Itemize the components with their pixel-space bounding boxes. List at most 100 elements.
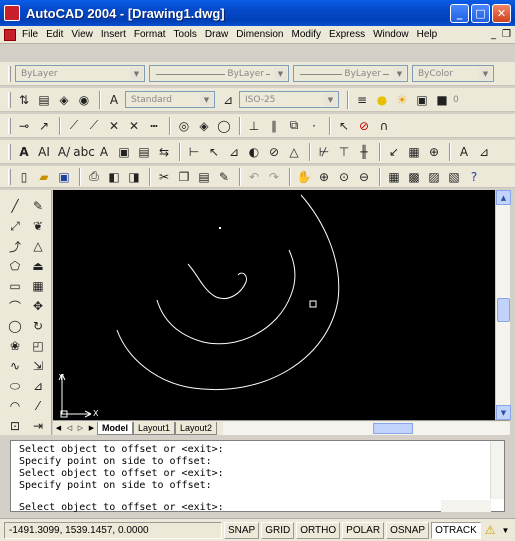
scroll-up-icon[interactable]: ▲ bbox=[496, 190, 511, 205]
scroll-down-icon[interactable]: ▼ bbox=[496, 405, 511, 420]
circle-icon[interactable]: ◯ bbox=[4, 316, 26, 336]
dim-diameter-icon[interactable]: ⊘ bbox=[265, 143, 283, 161]
snap-none-icon[interactable]: ⊘ bbox=[355, 117, 373, 135]
doc-minimize-button[interactable]: _ bbox=[491, 29, 496, 40]
leader-icon[interactable]: ↙ bbox=[385, 143, 403, 161]
revcloud-icon[interactable]: ❀ bbox=[4, 336, 26, 356]
menu-express[interactable]: Express bbox=[329, 29, 365, 40]
text-style-icon[interactable]: A bbox=[105, 91, 123, 109]
menu-view[interactable]: View bbox=[71, 29, 93, 40]
menu-draw[interactable]: Draw bbox=[205, 29, 228, 40]
snap-quadrant-icon[interactable]: ◈ bbox=[195, 117, 213, 135]
text-justify-icon[interactable]: ▤ bbox=[135, 143, 153, 161]
print-icon[interactable]: ⎙ bbox=[85, 168, 103, 186]
toolbar-grip[interactable] bbox=[8, 143, 11, 160]
quick-dim-icon[interactable]: ⊬ bbox=[315, 143, 333, 161]
edit-text-icon[interactable]: A/ bbox=[55, 143, 73, 161]
dim-ordinate-icon[interactable]: ⊿ bbox=[225, 143, 243, 161]
copy-object-icon[interactable]: ❦ bbox=[27, 216, 49, 236]
save-icon[interactable]: ▣ bbox=[55, 168, 73, 186]
layer-color-icon[interactable]: ■ bbox=[433, 91, 451, 109]
lineweight-combo[interactable]: ByLayer ▼ bbox=[293, 65, 408, 82]
snap-parallel-icon[interactable]: ∥ bbox=[265, 117, 283, 135]
publish-icon[interactable]: ◨ bbox=[125, 168, 143, 186]
menu-edit[interactable]: Edit bbox=[46, 29, 63, 40]
polygon-icon[interactable]: ⬠ bbox=[4, 256, 26, 276]
linetype-combo[interactable]: ByLayer ▼ bbox=[149, 65, 289, 82]
layer-previous-icon[interactable]: ▤ bbox=[35, 91, 53, 109]
dim-text-edit-icon[interactable]: ⊿ bbox=[475, 143, 493, 161]
tab-last-icon[interactable]: ▶ bbox=[86, 424, 97, 432]
close-button[interactable]: ✕ bbox=[492, 4, 511, 23]
dim-continue-icon[interactable]: ╫ bbox=[355, 143, 373, 161]
cut-icon[interactable]: ✂ bbox=[155, 168, 173, 186]
current-layer[interactable]: 0 bbox=[453, 95, 459, 105]
menu-tools[interactable]: Tools bbox=[174, 29, 197, 40]
print-preview-icon[interactable]: ◧ bbox=[105, 168, 123, 186]
tab-first-icon[interactable]: ◀ bbox=[53, 424, 64, 432]
tolerance-icon[interactable]: ▦ bbox=[405, 143, 423, 161]
undo-icon[interactable]: ↶ bbox=[245, 168, 263, 186]
temp-track-icon[interactable]: ⊸ bbox=[15, 117, 33, 135]
snap-tangent-icon[interactable]: ◯ bbox=[215, 117, 233, 135]
dim-style-icon[interactable]: ⊿ bbox=[219, 91, 237, 109]
command-window[interactable]: Select object to offset or <exit>: Speci… bbox=[10, 440, 505, 514]
menu-insert[interactable]: Insert bbox=[101, 29, 126, 40]
toolbar-grip[interactable] bbox=[8, 91, 11, 108]
design-center-icon[interactable]: ▩ bbox=[405, 168, 423, 186]
line-icon[interactable]: ╱ bbox=[4, 196, 26, 216]
autocad-app-icon[interactable] bbox=[4, 5, 20, 21]
text-scale-icon[interactable]: ▣ bbox=[115, 143, 133, 161]
dim-linear-icon[interactable]: ⊢ bbox=[185, 143, 203, 161]
ortho-toggle[interactable]: ORTHO bbox=[296, 521, 341, 539]
array-icon[interactable]: ▦ bbox=[27, 276, 49, 296]
construction-line-icon[interactable]: ⤢ bbox=[4, 216, 26, 236]
mtext-icon[interactable]: A bbox=[15, 143, 33, 161]
snap-extension-icon[interactable]: ┅ bbox=[145, 117, 163, 135]
snap-apparent-icon[interactable]: ✕ bbox=[125, 117, 143, 135]
insert-block-icon[interactable]: ⊡ bbox=[4, 416, 26, 436]
stretch-icon[interactable]: ⇲ bbox=[27, 356, 49, 376]
text-style-combo[interactable]: Standard ▼ bbox=[125, 91, 215, 108]
help-icon[interactable]: ? bbox=[465, 168, 483, 186]
snap-midpoint-icon[interactable]: ⟋ bbox=[85, 117, 103, 135]
rectangle-icon[interactable]: ▭ bbox=[4, 276, 26, 296]
arc-icon[interactable]: ⌒ bbox=[4, 296, 26, 316]
dim-radius-icon[interactable]: ◐ bbox=[245, 143, 263, 161]
command-prompt[interactable]: Select object to offset or <exit>: bbox=[19, 502, 224, 514]
find-text-icon[interactable]: A bbox=[95, 143, 113, 161]
zoom-previous-icon[interactable]: ⊖ bbox=[355, 168, 373, 186]
spline-icon[interactable]: ∿ bbox=[4, 356, 26, 376]
open-folder-icon[interactable]: ▰ bbox=[35, 168, 53, 186]
tab-model[interactable]: Model bbox=[97, 421, 133, 435]
document-icon[interactable] bbox=[4, 28, 16, 41]
spell-check-icon[interactable]: abc bbox=[73, 143, 95, 161]
doc-restore-button[interactable]: ❐ bbox=[502, 29, 511, 40]
grid-toggle[interactable]: GRID bbox=[261, 521, 295, 539]
layer-states-icon[interactable]: ◉ bbox=[75, 91, 93, 109]
snap-insert-icon[interactable]: ⧉ bbox=[285, 117, 303, 135]
menu-modify[interactable]: Modify bbox=[292, 29, 321, 40]
tool-palettes-icon[interactable]: ▨ bbox=[425, 168, 443, 186]
lock-icon[interactable]: ▣ bbox=[413, 91, 431, 109]
trim-icon[interactable]: ⁄ bbox=[27, 396, 49, 416]
ellipse-icon[interactable]: ⬭ bbox=[4, 376, 26, 396]
dim-baseline-icon[interactable]: ⊤ bbox=[335, 143, 353, 161]
paste-icon[interactable]: ▤ bbox=[195, 168, 213, 186]
snap-endpoint-icon[interactable]: ⟋ bbox=[65, 117, 83, 135]
new-file-icon[interactable]: ▯ bbox=[15, 168, 33, 186]
menu-format[interactable]: Format bbox=[134, 29, 166, 40]
layer-manager-icon[interactable]: ◈ bbox=[55, 91, 73, 109]
sun-icon[interactable]: ☀ bbox=[393, 91, 411, 109]
ellipse-arc-icon[interactable]: ◠ bbox=[4, 396, 26, 416]
zoom-window-icon[interactable]: ⊙ bbox=[335, 168, 353, 186]
layers-icon[interactable]: ≡ bbox=[353, 91, 371, 109]
menu-help[interactable]: Help bbox=[417, 29, 438, 40]
snap-from-icon[interactable]: ↗ bbox=[35, 117, 53, 135]
dim-aligned-icon[interactable]: ↖ bbox=[205, 143, 223, 161]
dim-angular-icon[interactable]: △ bbox=[285, 143, 303, 161]
tab-layout2[interactable]: Layout2 bbox=[175, 421, 218, 435]
extend-icon[interactable]: ⇥ bbox=[27, 416, 49, 436]
menu-file[interactable]: File bbox=[22, 29, 38, 40]
snap-node-icon[interactable]: · bbox=[305, 117, 323, 135]
